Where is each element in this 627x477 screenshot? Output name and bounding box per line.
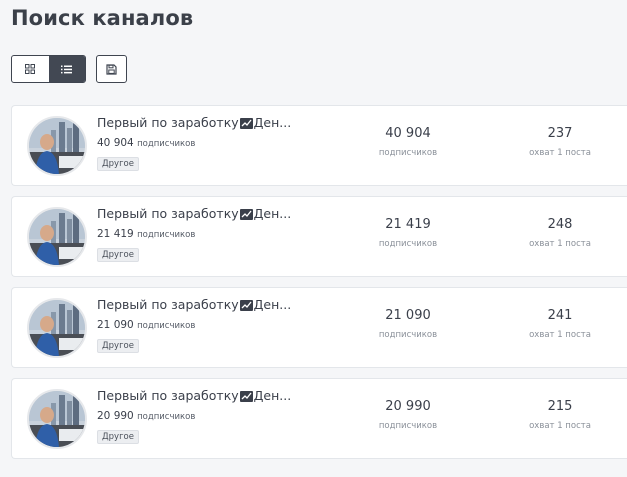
channel-avatar[interactable] xyxy=(27,207,87,267)
stat-reach: 248 охват 1 поста xyxy=(529,217,591,249)
stat-reach: 241 охват 1 поста xyxy=(529,308,591,340)
channel-avatar[interactable] xyxy=(27,389,87,449)
channel-card[interactable]: Первый по заработку Ден... 21 419 подписч… xyxy=(11,196,627,277)
channel-subscribers: 20 990 подписчиков xyxy=(97,410,196,422)
stat-reach: 215 охват 1 поста xyxy=(529,399,591,431)
chart-up-icon xyxy=(239,118,253,129)
grid-view-button[interactable] xyxy=(12,56,49,82)
category-tag[interactable]: Другое xyxy=(97,430,139,444)
category-tag[interactable]: Другое xyxy=(97,248,139,262)
channel-subscribers: 21 419 подписчиков xyxy=(97,228,196,240)
stat-subscribers: 21 419 подписчиков xyxy=(378,217,438,249)
stat-subscribers: 40 904 подписчиков xyxy=(378,126,438,158)
stat-subscribers: 20 990 подписчиков xyxy=(378,399,438,431)
stat-reach: 237 охват 1 поста xyxy=(529,126,591,158)
page-title: Поиск каналов xyxy=(11,6,194,30)
channel-name[interactable]: Первый по заработку Ден... xyxy=(97,297,291,312)
chart-up-icon xyxy=(239,300,253,311)
chart-up-icon xyxy=(239,209,253,220)
stat-subscribers: 21 090 подписчиков xyxy=(378,308,438,340)
chart-up-icon xyxy=(239,391,253,402)
channel-avatar[interactable] xyxy=(27,116,87,176)
channel-avatar[interactable] xyxy=(27,298,87,358)
channel-name[interactable]: Первый по заработку Ден... xyxy=(97,206,291,221)
channel-name[interactable]: Первый по заработку Ден... xyxy=(97,388,291,403)
channel-subscribers: 21 090 подписчиков xyxy=(97,319,196,331)
channel-card[interactable]: Первый по заработку Ден... 21 090 подписч… xyxy=(11,287,627,368)
save-icon xyxy=(106,63,117,75)
channel-name[interactable]: Первый по заработку Ден... xyxy=(97,115,291,130)
category-tag[interactable]: Другое xyxy=(97,339,139,353)
list-view-button[interactable] xyxy=(48,56,85,82)
channel-list: Первый по заработку Ден... 40 904 подписч… xyxy=(11,105,627,469)
category-tag[interactable]: Другое xyxy=(97,157,139,171)
view-toggle xyxy=(11,55,86,83)
channel-subscribers: 40 904 подписчиков xyxy=(97,137,196,149)
list-icon xyxy=(61,65,73,73)
channel-card[interactable]: Первый по заработку Ден... 20 990 подписч… xyxy=(11,378,627,459)
save-button[interactable] xyxy=(96,55,127,83)
grid-icon xyxy=(25,64,36,74)
channel-card[interactable]: Первый по заработку Ден... 40 904 подписч… xyxy=(11,105,627,186)
